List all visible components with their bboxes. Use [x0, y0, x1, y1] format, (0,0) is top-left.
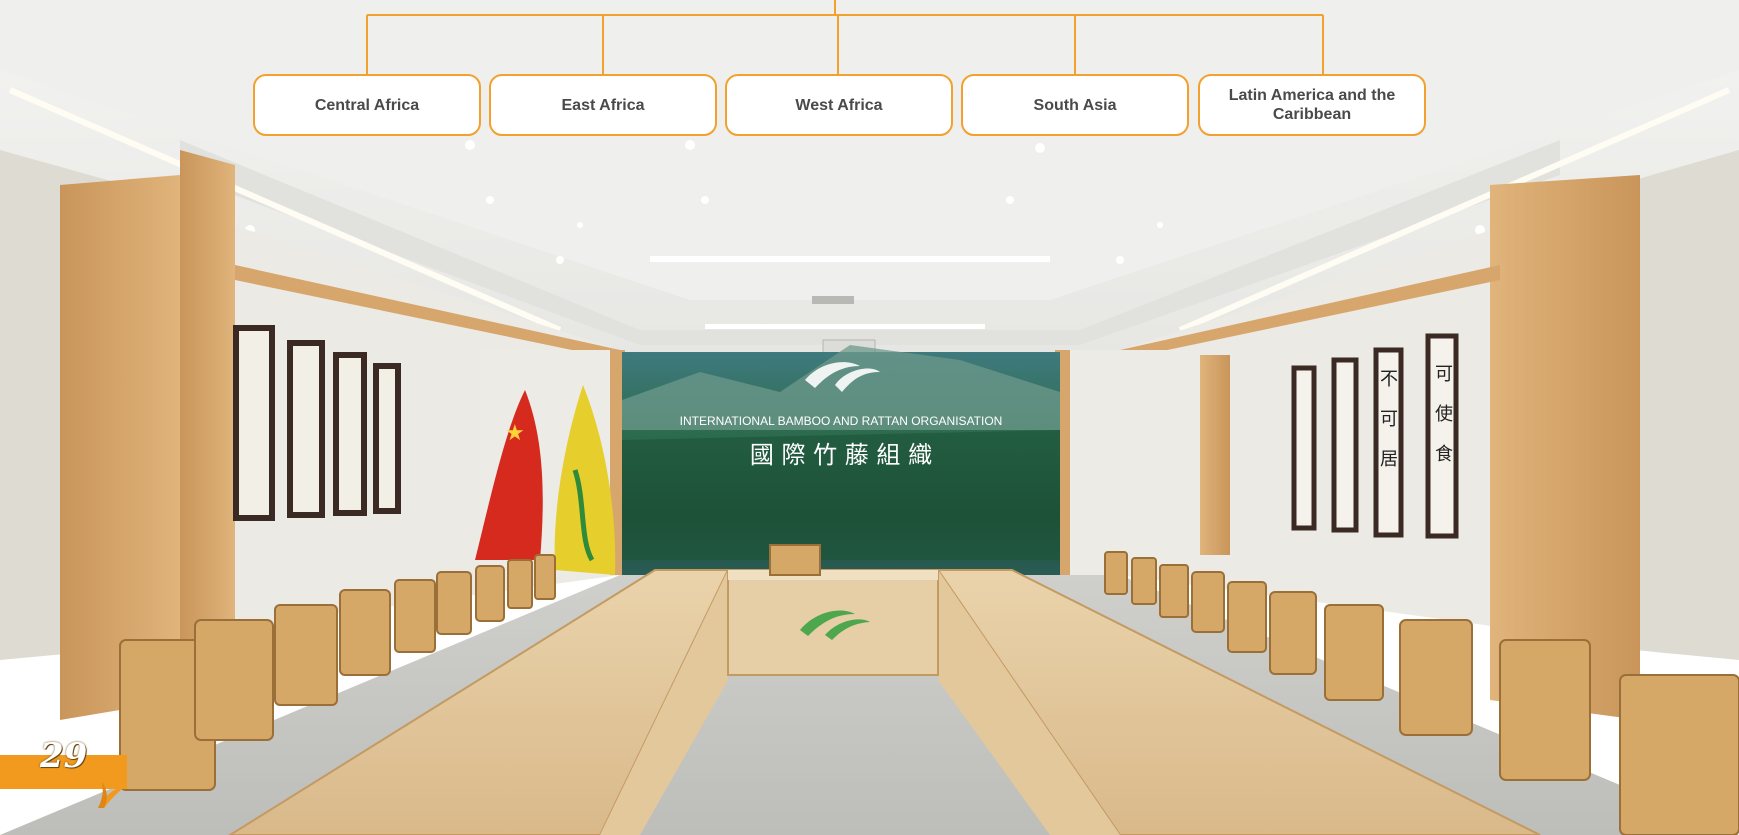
svg-text:居: 居 [1380, 449, 1398, 470]
svg-text:★: ★ [505, 420, 525, 445]
region-box-central-africa: Central Africa [253, 74, 481, 136]
region-box-south-asia: South Asia [961, 74, 1189, 136]
svg-text:不: 不 [1380, 369, 1398, 390]
svg-text:食: 食 [1435, 444, 1453, 465]
page-number: 29 [40, 736, 88, 776]
bamboo-leaf-icon [98, 782, 128, 808]
region-box-latin-america: Latin America and the Caribbean [1198, 74, 1426, 136]
svg-text:使: 使 [1435, 404, 1453, 425]
region-box-east-africa: East Africa [489, 74, 717, 136]
backdrop-heading: INTERNATIONAL BAMBOO AND RATTAN ORGANISA… [680, 414, 1003, 428]
svg-text:可: 可 [1435, 364, 1453, 385]
backdrop-chinese-title: 國 際 竹 藤 組 織 [750, 441, 932, 469]
svg-text:可: 可 [1380, 409, 1398, 430]
region-box-west-africa: West Africa [725, 74, 953, 136]
